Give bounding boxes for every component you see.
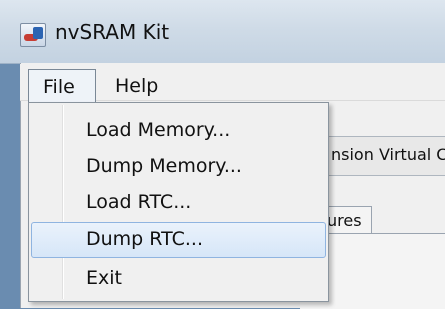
menu-help[interactable]: Help (105, 69, 168, 103)
title-bar: nvSRAM Kit (0, 0, 445, 64)
window-title: nvSRAM Kit (55, 20, 170, 44)
file-menu-dropdown: Load Memory... Dump Memory... Load RTC..… (28, 102, 329, 302)
menu-item-dump-rtc[interactable]: Dump RTC... (31, 222, 326, 258)
menu-item-exit[interactable]: Exit (31, 261, 326, 297)
app-icon (20, 23, 46, 47)
menu-item-load-rtc[interactable]: Load RTC... (31, 185, 326, 221)
background-group-label: nsion Virtual C (331, 145, 445, 164)
menu-file[interactable]: File (28, 69, 96, 103)
menu-item-dump-memory[interactable]: Dump Memory... (31, 149, 326, 185)
background-tab-label: ures (327, 211, 362, 230)
menu-item-load-memory[interactable]: Load Memory... (31, 113, 326, 149)
